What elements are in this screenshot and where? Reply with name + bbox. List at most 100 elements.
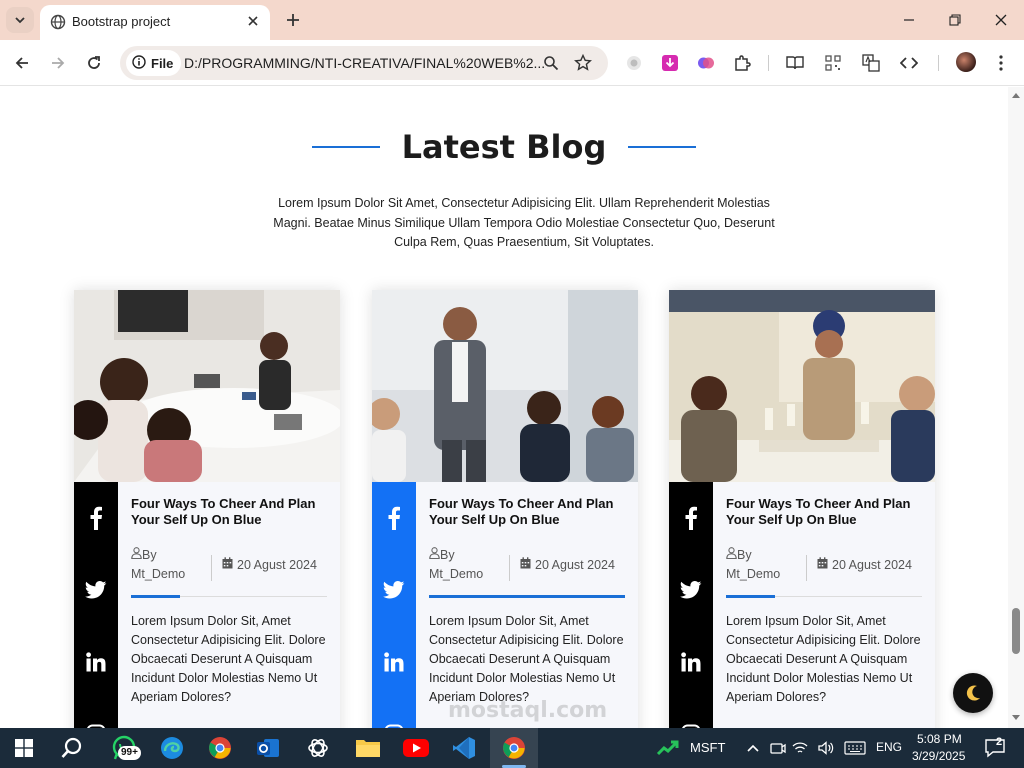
blog-card[interactable]: Four Ways To Cheer And Plan Your Self Up…	[669, 290, 935, 728]
social-sidebar	[372, 482, 416, 728]
edge-icon[interactable]	[156, 732, 188, 764]
dark-mode-moon-icon[interactable]	[953, 673, 993, 713]
linkedin-icon[interactable]	[82, 648, 110, 676]
camera-icon[interactable]	[766, 732, 790, 764]
facebook-icon[interactable]	[677, 504, 705, 532]
devtools-code-icon[interactable]	[898, 52, 920, 74]
download-extension-icon[interactable]	[659, 52, 681, 74]
card-date: 20 Agust 2024	[817, 557, 912, 572]
card-body: Four Ways To Cheer And Plan Your Self Up…	[416, 482, 638, 728]
heading-line-left	[311, 146, 380, 148]
page-scrollbar[interactable]	[1008, 87, 1024, 728]
heading-line-right	[628, 146, 697, 148]
browser-tab[interactable]: Bootstrap project	[40, 5, 270, 40]
card-date: 20 Agust 2024	[520, 557, 615, 572]
site-chip-label: File	[151, 55, 174, 71]
info-icon	[132, 54, 146, 72]
chrome-active-icon[interactable]	[498, 732, 530, 764]
blog-card[interactable]: Four Ways To Cheer And Plan Your Self Up…	[372, 290, 638, 728]
twitter-icon[interactable]	[380, 576, 408, 604]
qr-code-icon[interactable]	[822, 52, 844, 74]
minimize-icon[interactable]	[894, 6, 924, 34]
reading-mode-icon[interactable]	[784, 52, 806, 74]
site-info-chip[interactable]: File	[126, 50, 182, 76]
instagram-icon[interactable]	[82, 720, 110, 728]
blog-image-team-meeting[interactable]	[74, 290, 340, 482]
chrome-icon[interactable]	[204, 732, 236, 764]
card-date: 20 Agust 2024	[222, 557, 317, 572]
card-title[interactable]: Four Ways To Cheer And Plan Your Self Up…	[429, 496, 629, 527]
blog-image-toast[interactable]	[669, 290, 935, 482]
social-sidebar	[74, 482, 118, 728]
scrollbar-thumb[interactable]	[1012, 608, 1020, 654]
outlook-icon[interactable]	[252, 732, 284, 764]
instagram-icon[interactable]	[677, 720, 705, 728]
mostaql-watermark: mostaql.com	[448, 698, 608, 723]
meta-rule-accent	[429, 595, 625, 598]
windows-start-icon[interactable]	[8, 732, 40, 764]
volume-icon[interactable]	[814, 732, 838, 764]
section-description: Lorem Ipsum Dolor Sit Amet, Consectetur …	[273, 196, 775, 249]
clock-time[interactable]: 5:08 PM	[917, 732, 962, 746]
calendar-icon	[222, 557, 233, 572]
reload-icon[interactable]	[82, 51, 106, 75]
tray-chevron-up-icon[interactable]	[740, 732, 766, 764]
file-explorer-icon[interactable]	[352, 732, 384, 764]
card-body: Four Ways To Cheer And Plan Your Self Up…	[118, 482, 340, 728]
stock-ticker[interactable]: MSFT	[690, 740, 725, 755]
chatgpt-icon[interactable]	[302, 732, 334, 764]
language-indicator[interactable]: ENG	[876, 740, 902, 754]
url-text[interactable]: D:/PROGRAMMING/NTI-CREATIVA/FINAL%20WEB%…	[184, 55, 545, 71]
card-author: By Mt_Demo	[131, 546, 211, 584]
facebook-icon[interactable]	[380, 504, 408, 532]
calendar-icon	[520, 557, 531, 572]
tab-search-chevron-icon[interactable]	[6, 7, 34, 33]
stock-chart-icon[interactable]	[654, 732, 688, 764]
instagram-icon[interactable]	[380, 720, 408, 728]
scroll-down-arrow-icon[interactable]	[1012, 715, 1020, 720]
blog-card[interactable]: Four Ways To Cheer And Plan Your Self Up…	[74, 290, 340, 728]
brain-extension-icon[interactable]	[695, 52, 717, 74]
close-tab-icon[interactable]	[244, 12, 262, 30]
section-heading: Latest Blog	[0, 128, 1008, 166]
profile-avatar[interactable]	[956, 52, 976, 72]
vscode-icon[interactable]	[448, 732, 480, 764]
linkedin-icon[interactable]	[380, 648, 408, 676]
back-arrow-icon[interactable]	[10, 51, 34, 75]
search-icon[interactable]	[56, 732, 88, 764]
blog-image-presenter[interactable]	[372, 290, 638, 482]
card-title[interactable]: Four Ways To Cheer And Plan Your Self Up…	[726, 496, 926, 527]
keyboard-icon[interactable]	[840, 732, 870, 764]
facebook-icon[interactable]	[82, 504, 110, 532]
linkedin-icon[interactable]	[677, 648, 705, 676]
kebab-menu-icon[interactable]	[990, 52, 1012, 74]
card-author: By Mt_Demo	[429, 546, 509, 584]
wifi-icon[interactable]	[788, 732, 812, 764]
forward-arrow-icon[interactable]	[46, 51, 70, 75]
translate-icon[interactable]	[860, 52, 882, 74]
notification-bell-icon[interactable]	[980, 732, 1010, 764]
date-label: 20 Agust 2024	[237, 557, 317, 572]
toolbar-separator	[768, 55, 769, 71]
puzzle-extensions-icon[interactable]	[731, 52, 753, 74]
scroll-up-arrow-icon[interactable]	[1012, 93, 1020, 98]
twitter-icon[interactable]	[677, 576, 705, 604]
youtube-icon[interactable]	[400, 732, 432, 764]
address-bar[interactable]: File D:/PROGRAMMING/NTI-CREATIVA/FINAL%2…	[120, 46, 608, 80]
twitter-icon[interactable]	[82, 576, 110, 604]
globe-icon	[50, 14, 66, 30]
windows-taskbar: 99+ MSFT ENG 5:08 PM 3/29/2025 2	[0, 728, 1024, 768]
close-window-icon[interactable]	[986, 6, 1016, 34]
card-title[interactable]: Four Ways To Cheer And Plan Your Self Up…	[131, 496, 331, 527]
social-sidebar	[669, 482, 713, 728]
extension-circle-icon[interactable]	[623, 52, 645, 74]
restore-icon[interactable]	[940, 6, 970, 34]
bookmark-star-icon[interactable]	[574, 54, 592, 72]
meta-divider	[509, 555, 510, 581]
new-tab-plus-icon[interactable]	[282, 9, 304, 31]
meta-rule-accent	[726, 595, 775, 598]
clock-date[interactable]: 3/29/2025	[912, 749, 965, 763]
meta-divider	[211, 555, 212, 581]
browser-tab-bar: Bootstrap project	[0, 0, 1024, 40]
zoom-icon[interactable]	[542, 54, 560, 72]
